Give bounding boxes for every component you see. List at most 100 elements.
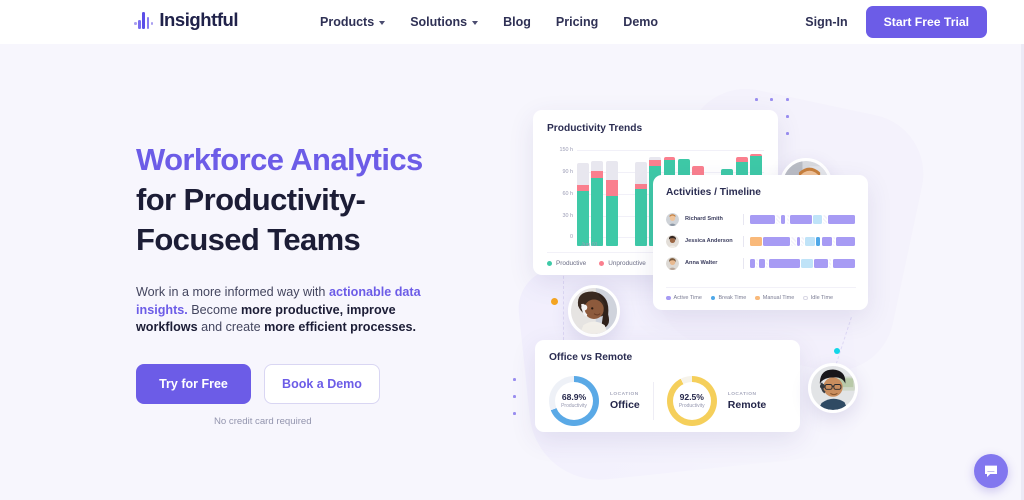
no-credit-card-note: No credit card required (214, 415, 312, 427)
timeline-segment-active (763, 236, 791, 246)
chart-bar-segment-pro (605, 195, 618, 246)
timeline-row-name: Richard Smith (685, 216, 723, 222)
logo-text: Insightful (159, 9, 239, 30)
chart-bar-segment-unpro (577, 185, 589, 191)
timeline-segment-break-light (804, 236, 815, 246)
chart-bar-segment-pro (577, 190, 589, 246)
remote-location-value: Remote (727, 398, 767, 411)
timeline-segment-idle (776, 214, 780, 224)
y-tick-90: 90 h (562, 169, 574, 175)
book-a-demo-button[interactable]: Book a Demo (264, 363, 380, 404)
nav-item-blog[interactable]: Blog (503, 15, 531, 29)
timeline-row-name: Anna Walter (685, 260, 718, 266)
office-location-value: Office (610, 398, 640, 411)
timeline-legend-swatch (755, 295, 760, 301)
timeline-segment-active (832, 258, 856, 268)
subcopy-part-3: and create (197, 320, 265, 334)
nav-item-products[interactable]: Products (320, 15, 386, 29)
activities-timeline-card: Activities / Timeline Richard Smith Jessi… (653, 175, 868, 310)
timeline-segment-break-light (800, 258, 814, 268)
timeline-row-name: Jessica Anderson (685, 238, 733, 244)
timeline-segment-idle (823, 214, 827, 224)
main-navbar: Insightful Products Solutions Blog Prici… (0, 0, 1024, 44)
timeline-segment-active (790, 214, 812, 224)
avatar-photo (571, 288, 617, 334)
hero-copy: Workforce Analytics for Productivity- Fo… (136, 140, 466, 427)
sign-in-link[interactable]: Sign-In (805, 15, 847, 29)
timeline-track (750, 258, 856, 268)
avatar (666, 212, 679, 226)
chart-y-axis: 150 h 90 h 60 h 30 h 0 (547, 146, 575, 240)
x-tick-jun01: Jun 01 (581, 242, 598, 248)
chat-widget-button[interactable] (974, 454, 1008, 488)
timeline-segment-manual (750, 236, 763, 246)
nav-item-demo[interactable]: Demo (623, 15, 658, 29)
office-location-block: LOCATION Office (610, 392, 640, 411)
office-vs-remote-card: Office vs Remote 68.9% Productivity LOCA… (535, 340, 800, 432)
nav-item-products-label: Products (320, 15, 375, 29)
y-tick-60: 60 h (562, 191, 574, 197)
timeline-legend: Active Time Break Time Manual Time Idle Tim… (666, 287, 856, 301)
legend-item-unproductive: Unproductive (599, 260, 646, 267)
y-tick-30: 30 h (562, 213, 574, 219)
timeline-segment-idle (829, 258, 832, 268)
legend-swatch-productive (547, 261, 552, 266)
chat-bubble-icon (985, 465, 997, 477)
chart-bar-segment-unpro (649, 159, 662, 166)
timeline-segment-idle (765, 258, 769, 268)
timeline-legend-item: Idle Time (803, 295, 833, 301)
timeline-divider (743, 213, 744, 225)
timeline-segment-active (780, 214, 786, 224)
timeline-segment-idle (791, 236, 796, 246)
timeline-segment-break-light (812, 214, 822, 224)
timeline-divider (743, 235, 744, 247)
productivity-trends-title: Productivity Trends (547, 123, 643, 134)
site-logo[interactable]: Insightful (134, 9, 239, 30)
timeline-row[interactable]: Jessica Anderson (666, 230, 855, 252)
chart-bar-segment-idle (591, 160, 604, 172)
timeline-segment-active (759, 258, 765, 268)
timeline-rows: Richard Smith Jessica Anderson Anna Walter (666, 208, 856, 274)
timeline-segment-idle (755, 258, 758, 268)
chevron-down-icon (472, 21, 479, 25)
timeline-legend-swatch (710, 295, 716, 301)
legend-swatch-unproductive (599, 261, 605, 266)
subcopy-part-2: Become (191, 302, 241, 317)
y-tick-0: 0 (570, 234, 573, 240)
office-productivity-sublabel: Productivity (561, 403, 587, 410)
timeline-track (750, 214, 855, 224)
chart-bar-segment-unpro (591, 171, 604, 179)
remote-location-label: LOCATION (727, 391, 757, 397)
try-for-free-button[interactable]: Try for Free (136, 363, 251, 404)
start-free-trial-button[interactable]: Start Free Trial (865, 6, 987, 38)
timeline-segment-active (821, 236, 832, 246)
nav-item-solutions[interactable]: Solutions (410, 15, 479, 29)
office-location-label: LOCATION (610, 391, 639, 397)
activities-timeline-title: Activities / Timeline (666, 187, 761, 198)
timeline-row[interactable]: Anna Walter (666, 252, 856, 274)
office-vs-remote-title: Office vs Remote (549, 352, 633, 363)
timeline-segment-active (769, 258, 800, 268)
headline-accent: Workforce Analytics (136, 142, 423, 177)
timeline-segment-active (750, 258, 755, 268)
avatar-woman-headphones (568, 285, 620, 337)
timeline-legend-label: Break Time (718, 295, 747, 301)
legend-label-productive: Productive (556, 260, 587, 267)
avatar (666, 256, 679, 270)
chart-bar-segment-idle (605, 160, 618, 180)
hero-subcopy: Work in a more informed way with actiona… (136, 284, 451, 337)
timeline-segment-active (827, 214, 855, 224)
nav-item-pricing[interactable]: Pricing (556, 15, 598, 29)
legend-item-productive: Productive (547, 260, 586, 267)
chevron-down-icon (379, 21, 386, 25)
timeline-row[interactable]: Richard Smith (666, 208, 855, 230)
page-title: Workforce Analytics for Productivity- Fo… (136, 140, 466, 260)
chart-bar (605, 154, 618, 246)
remote-ring-center: 92.5% Productivity (672, 382, 711, 420)
subcopy-part-1: Work in a more informed way with (136, 285, 329, 299)
chart-bar (634, 154, 647, 246)
avatar-man-glasses (808, 363, 858, 413)
chart-bar-segment-idle (634, 162, 647, 184)
timeline-legend-label: Idle Time (810, 295, 834, 301)
chart-bar (591, 154, 604, 246)
